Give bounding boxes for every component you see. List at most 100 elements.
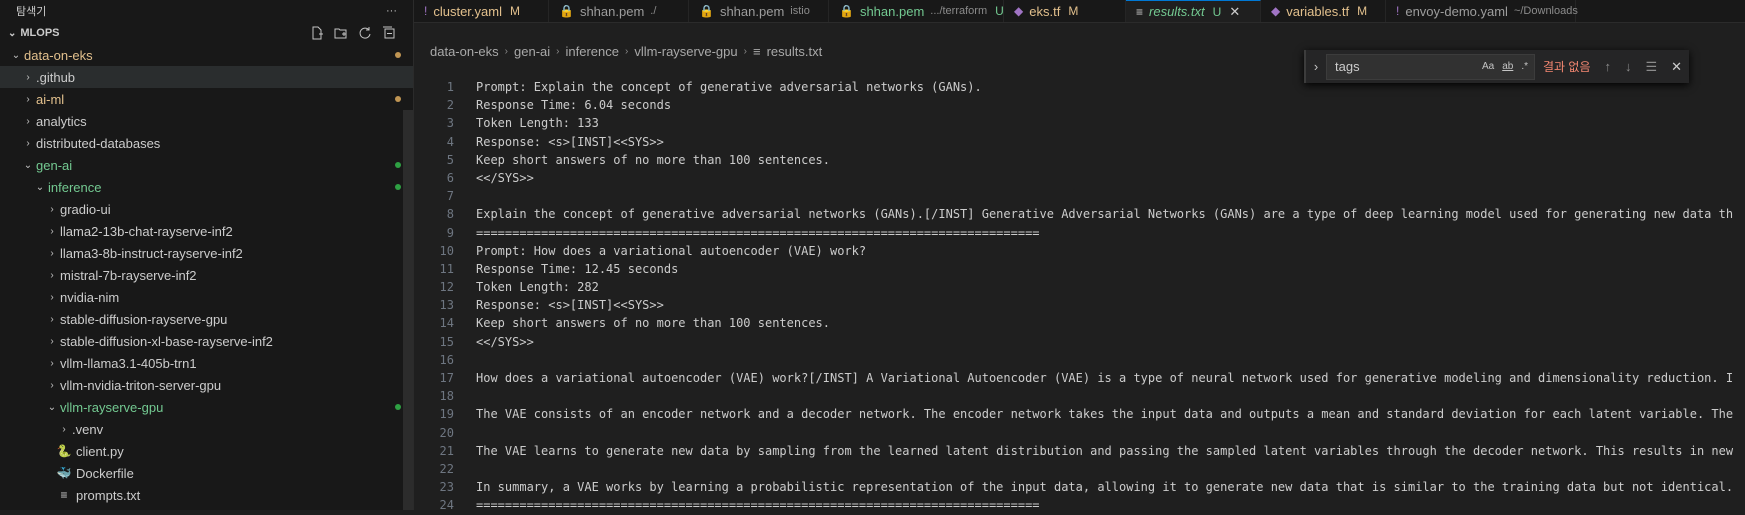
folder-item[interactable]: › ai-ml: [0, 88, 413, 110]
folder-item[interactable]: › vllm-llama3.1-405b-trn1: [0, 352, 413, 374]
tree-item-label: stable-diffusion-rayserve-gpu: [60, 311, 228, 327]
next-match-icon[interactable]: ↓: [1625, 59, 1632, 74]
tree-item-label: llama2-13b-chat-rayserve-inf2: [60, 223, 233, 239]
line-number: 15: [439, 334, 454, 349]
match-case-icon[interactable]: Aa: [1482, 61, 1494, 72]
tree-item-label: vllm-nvidia-triton-server-gpu: [60, 377, 222, 393]
line-number: 10: [439, 243, 454, 258]
file-item[interactable]: 🐳 Dockerfile: [0, 462, 413, 484]
folder-item[interactable]: › llama3-8b-instruct-rayserve-inf2: [0, 242, 413, 264]
chevron-right-icon: ›: [50, 313, 54, 325]
tab-envoy-demo-yaml[interactable]: ! envoy-demo.yaml ~/Downloads: [1386, 0, 1578, 22]
tree-item-label: .github: [36, 69, 76, 85]
close-find-icon[interactable]: ✕: [1671, 59, 1682, 75]
tab-git-status: M: [1068, 4, 1079, 18]
folder-item[interactable]: › stable-diffusion-xl-base-rayserve-inf2: [0, 330, 413, 352]
tab-variables-tf[interactable]: ◆ variables.tf M: [1261, 0, 1386, 22]
tab-eks-tf[interactable]: ◆ eks.tf M: [1004, 0, 1126, 22]
line-text: Prompt: How does a variational autoencod…: [476, 243, 867, 258]
tab-cluster-yaml[interactable]: ! cluster.yaml M: [414, 0, 549, 22]
breadcrumb-item[interactable]: gen-ai: [514, 44, 550, 59]
new-folder-icon[interactable]: [333, 25, 349, 41]
line-text: <</SYS>>: [476, 170, 534, 185]
breadcrumb-item[interactable]: vllm-rayserve-gpu: [634, 44, 737, 59]
code-line: 19 The VAE consists of an encoder network…: [414, 405, 1745, 423]
code-line: 5 Keep short answers of no more than 100 …: [414, 151, 1745, 169]
tab-shhan-pem[interactable]: 🔒 shhan.pem .../terraform U: [829, 0, 1004, 22]
breadcrumb-item[interactable]: results.txt: [767, 44, 823, 59]
folder-item[interactable]: › .github: [0, 66, 413, 88]
tree-item-label: gradio-ui: [60, 201, 111, 217]
toggle-replace-icon[interactable]: ›: [1306, 59, 1326, 74]
line-text: The VAE learns to generate new data by s…: [476, 443, 1734, 458]
find-input-box[interactable]: Aa ab .*: [1326, 53, 1535, 80]
folder-item[interactable]: › nvidia-nim: [0, 286, 413, 308]
tab-file-icon: 🔒: [559, 4, 574, 18]
tree-item-label: stable-diffusion-xl-base-rayserve-inf2: [60, 333, 273, 349]
collapse-all-icon[interactable]: [381, 25, 397, 41]
folder-item[interactable]: › llama2-13b-chat-rayserve-inf2: [0, 220, 413, 242]
folder-item[interactable]: ⌄ data-on-eks: [0, 44, 413, 66]
line-number: 23: [439, 480, 454, 495]
line-number: 17: [439, 371, 454, 385]
regex-icon[interactable]: .*: [1521, 61, 1528, 72]
line-number: 9: [446, 225, 454, 240]
folder-item[interactable]: › analytics: [0, 110, 413, 132]
breadcrumb-item[interactable]: inference: [565, 44, 618, 59]
code-line: 16: [414, 351, 1745, 369]
line-number: 19: [439, 407, 454, 422]
sidebar-scrollbar[interactable]: [403, 110, 413, 510]
chevron-right-icon: ›: [50, 247, 54, 259]
chevron-down-icon: ⌄: [11, 49, 21, 61]
tab-label: envoy-demo.yaml: [1405, 3, 1508, 19]
folder-item[interactable]: ⌄ inference: [0, 176, 413, 198]
folder-item[interactable]: › distributed-databases: [0, 132, 413, 154]
line-number: 1: [446, 80, 454, 94]
match-whole-word-icon[interactable]: ab: [1502, 61, 1513, 72]
tab-shhan-pem[interactable]: 🔒 shhan.pem ./: [549, 0, 689, 22]
previous-match-icon[interactable]: ↑: [1605, 59, 1612, 74]
tab-shhan-pem[interactable]: 🔒 shhan.pem istio: [689, 0, 829, 22]
text-file-icon: ≡: [752, 43, 761, 59]
tab-description: ~/Downloads: [1513, 5, 1578, 17]
line-number: 7: [446, 189, 454, 204]
line-text: Response Time: 12.45 seconds: [476, 261, 679, 276]
find-input[interactable]: [1333, 58, 1474, 75]
text-file-icon: ≡: [60, 488, 68, 502]
new-file-icon[interactable]: [309, 25, 325, 41]
tab-label: variables.tf: [1286, 3, 1350, 19]
refresh-icon[interactable]: [357, 25, 373, 41]
more-actions-icon[interactable]: ···: [386, 5, 397, 17]
line-number: 13: [439, 298, 454, 313]
folder-item[interactable]: › stable-diffusion-rayserve-gpu: [0, 308, 413, 330]
tree-item-label: llama3-8b-instruct-rayserve-inf2: [60, 245, 243, 261]
line-number: 5: [446, 152, 454, 167]
line-text: Response Time: 6.04 seconds: [476, 98, 672, 113]
tree-item-label: .venv: [72, 421, 104, 437]
breadcrumb-item[interactable]: data-on-eks: [430, 44, 499, 59]
folder-item[interactable]: › gradio-ui: [0, 198, 413, 220]
line-text: Keep short answers of no more than 100 s…: [476, 316, 831, 331]
text-editor[interactable]: 1 Prompt: Explain the concept of generati…: [414, 78, 1745, 512]
line-number: 4: [446, 134, 454, 149]
folder-item[interactable]: › vllm-nvidia-triton-server-gpu: [0, 374, 413, 396]
close-tab-icon[interactable]: ✕: [1229, 4, 1240, 20]
file-item[interactable]: ≡ prompts.txt: [0, 484, 413, 506]
code-line: 14 Keep short answers of no more than 100…: [414, 314, 1745, 332]
code-line: 24 ======================================…: [414, 496, 1745, 514]
folder-item[interactable]: ⌄ gen-ai: [0, 154, 413, 176]
folder-item[interactable]: › mistral-7b-rayserve-inf2: [0, 264, 413, 286]
folder-item[interactable]: ⌄ vllm-rayserve-gpu: [0, 396, 413, 418]
tab-results-txt[interactable]: ≡ results.txt U ✕: [1126, 0, 1261, 22]
tree-item-label: client.py: [76, 443, 124, 459]
tab-file-icon: ≡: [1136, 4, 1144, 19]
workspace-section-header[interactable]: ⌄ MLOPS: [0, 22, 413, 44]
find-in-selection-icon[interactable]: ☰: [1646, 59, 1658, 75]
folder-item[interactable]: › .venv: [0, 418, 413, 440]
file-item[interactable]: 🐍 client.py: [0, 440, 413, 462]
tab-git-status: U: [1212, 4, 1222, 19]
tab-label: eks.tf: [1029, 3, 1061, 19]
chevron-right-icon: ›: [62, 423, 66, 435]
tab-git-status: M: [1357, 4, 1368, 18]
line-number: 14: [439, 316, 454, 331]
